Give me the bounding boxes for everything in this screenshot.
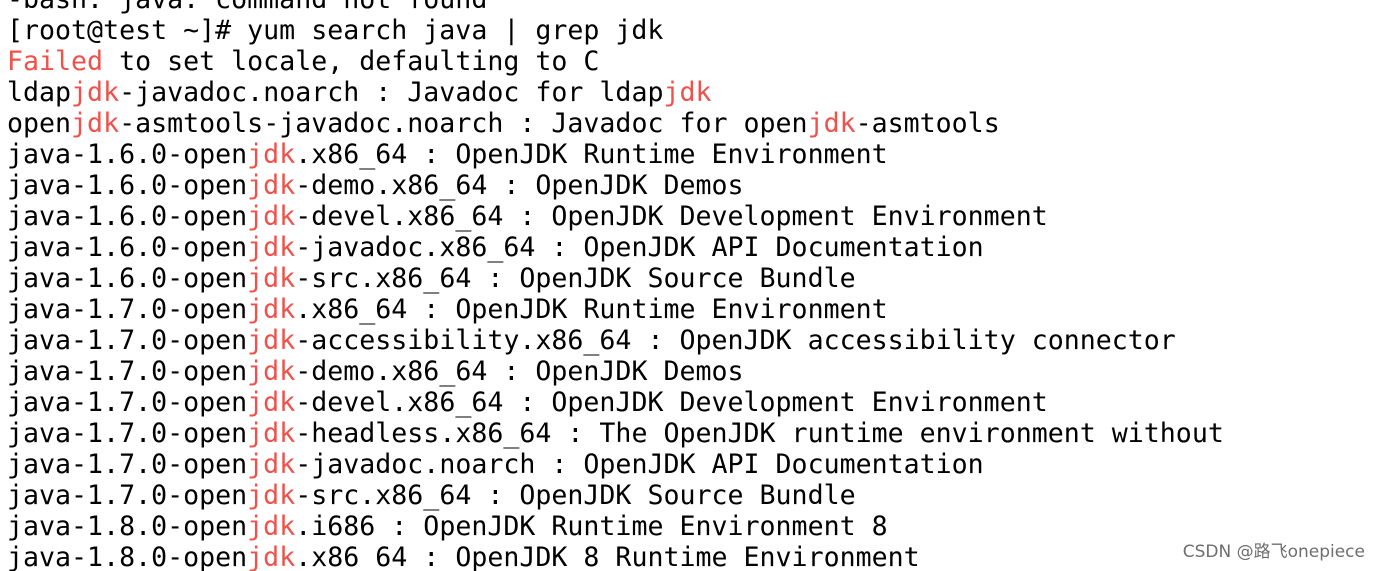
output-text: .i686 : OpenJDK Runtime Environment 8 (295, 511, 888, 542)
terminal-line: java-1.7.0-openjdk-headless.x86_64 : The… (7, 418, 1224, 449)
highlighted-match: jdk (247, 232, 296, 263)
highlighted-match: jdk (247, 418, 296, 449)
highlighted-match: jdk (247, 201, 296, 232)
highlighted-match: jdk (247, 170, 296, 201)
terminal-output: -bash: java: command not found[root@test… (7, 0, 1224, 571)
terminal-line: ldapjdk-javadoc.noarch : Javadoc for lda… (7, 77, 1224, 108)
highlighted-match: jdk (247, 511, 296, 542)
output-text: -demo.x86_64 : OpenJDK Demos (295, 356, 744, 387)
output-text: java-1.7.0-open (7, 480, 248, 511)
terminal-line: java-1.7.0-openjdk-devel.x86_64 : OpenJD… (7, 387, 1224, 418)
highlighted-match: jdk (247, 139, 296, 170)
highlighted-match: jdk (663, 77, 712, 108)
output-text: -asmtools (855, 108, 1000, 139)
output-text: java-1.7.0-open (7, 325, 248, 356)
output-text: java-1.8.0-open (7, 511, 248, 542)
terminal-line: java-1.7.0-openjdk-src.x86_64 : OpenJDK … (7, 480, 1224, 511)
highlighted-match: jdk (247, 325, 296, 356)
output-text: java-1.7.0-open (7, 356, 248, 387)
highlighted-match: jdk (247, 480, 296, 511)
highlighted-match: jdk (247, 542, 296, 571)
output-text: java-1.6.0-open (7, 170, 248, 201)
csdn-watermark: CSDN @路飞onepiece (1182, 542, 1365, 562)
output-text: -asmtools-javadoc.noarch : Javadoc for o… (119, 108, 808, 139)
terminal-line: java-1.7.0-openjdk.x86_64 : OpenJDK Runt… (7, 294, 1224, 325)
terminal-line: java-1.8.0-openjdk.x86_64 : OpenJDK 8 Ru… (7, 542, 1224, 571)
terminal-line: openjdk-asmtools-javadoc.noarch : Javado… (7, 108, 1224, 139)
output-text: java-1.7.0-open (7, 387, 248, 418)
highlighted-match: jdk (247, 387, 296, 418)
output-text: java-1.7.0-open (7, 418, 248, 449)
output-text: -bash: java: command not found (7, 0, 487, 15)
output-text: to set locale, defaulting to C (103, 46, 600, 77)
output-text: ldap (7, 77, 72, 108)
terminal-line: java-1.6.0-openjdk-javadoc.x86_64 : Open… (7, 232, 1224, 263)
highlighted-match: jdk (247, 449, 296, 480)
terminal-line: -bash: java: command not found (7, 0, 1224, 15)
highlighted-match: jdk (247, 294, 296, 325)
terminal-line: java-1.7.0-openjdk-demo.x86_64 : OpenJDK… (7, 356, 1224, 387)
output-text: [root@test ~]# yum search java | grep jd… (7, 15, 664, 46)
output-text: -accessibility.x86_64 : OpenJDK accessib… (295, 325, 1176, 356)
terminal-line: java-1.6.0-openjdk-demo.x86_64 : OpenJDK… (7, 170, 1224, 201)
highlighted-match: jdk (807, 108, 856, 139)
terminal-line: java-1.7.0-openjdk-javadoc.noarch : Open… (7, 449, 1224, 480)
output-text: java-1.6.0-open (7, 139, 248, 170)
output-text: -demo.x86_64 : OpenJDK Demos (295, 170, 744, 201)
terminal-line: java-1.6.0-openjdk.x86_64 : OpenJDK Runt… (7, 139, 1224, 170)
output-text: -headless.x86_64 : The OpenJDK runtime e… (295, 418, 1224, 449)
output-text: -javadoc.noarch : Javadoc for ldap (119, 77, 664, 108)
highlighted-match: jdk (247, 263, 296, 294)
terminal-window[interactable]: -bash: java: command not found[root@test… (0, 0, 1381, 571)
highlighted-match: jdk (247, 356, 296, 387)
output-text: -javadoc.x86_64 : OpenJDK API Documentat… (295, 232, 984, 263)
output-text: -src.x86_64 : OpenJDK Source Bundle (295, 480, 856, 511)
terminal-line: java-1.6.0-openjdk-devel.x86_64 : OpenJD… (7, 201, 1224, 232)
output-text: .x86_64 : OpenJDK Runtime Environment (295, 139, 888, 170)
terminal-line: java-1.8.0-openjdk.i686 : OpenJDK Runtim… (7, 511, 1224, 542)
output-text: -devel.x86_64 : OpenJDK Development Envi… (295, 201, 1048, 232)
highlighted-match: jdk (71, 108, 120, 139)
highlighted-match: Failed (7, 46, 104, 77)
output-text: java-1.8.0-open (7, 542, 248, 571)
output-text: open (7, 108, 72, 139)
output-text: -javadoc.noarch : OpenJDK API Documentat… (295, 449, 984, 480)
output-text: java-1.6.0-open (7, 263, 248, 294)
terminal-line: java-1.6.0-openjdk-src.x86_64 : OpenJDK … (7, 263, 1224, 294)
output-text: -devel.x86_64 : OpenJDK Development Envi… (295, 387, 1048, 418)
terminal-line: java-1.7.0-openjdk-accessibility.x86_64 … (7, 325, 1224, 356)
terminal-line: Failed to set locale, defaulting to C (7, 46, 1224, 77)
output-text: -src.x86_64 : OpenJDK Source Bundle (295, 263, 856, 294)
output-text: .x86_64 : OpenJDK 8 Runtime Environment (295, 542, 920, 571)
terminal-line: [root@test ~]# yum search java | grep jd… (7, 15, 1224, 46)
output-text: .x86_64 : OpenJDK Runtime Environment (295, 294, 888, 325)
output-text: java-1.7.0-open (7, 294, 248, 325)
output-text: java-1.7.0-open (7, 449, 248, 480)
output-text: java-1.6.0-open (7, 232, 248, 263)
output-text: java-1.6.0-open (7, 201, 248, 232)
highlighted-match: jdk (71, 77, 120, 108)
